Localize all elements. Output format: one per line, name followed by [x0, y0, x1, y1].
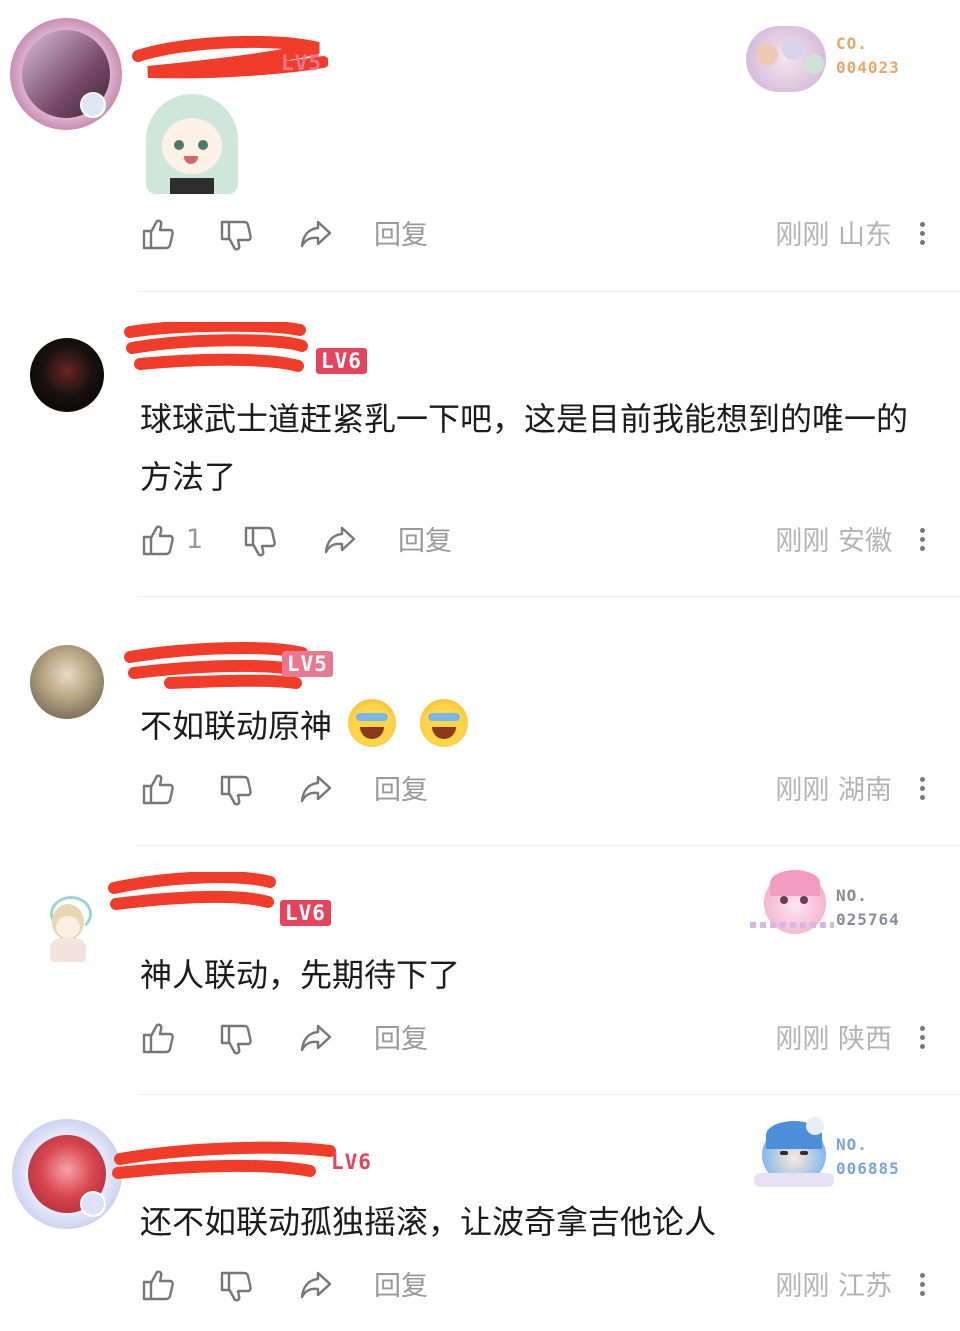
share-arrow-icon[interactable]: [298, 771, 334, 807]
level-badge: LV5: [281, 51, 322, 75]
comment-item: LV6 NO. 025764 神人联动，先期待下了 回复 刚刚 陕西: [0, 846, 960, 1094]
more-vertical-icon[interactable]: [920, 773, 926, 804]
avatar[interactable]: [30, 338, 104, 412]
comment-meta: 刚刚 山东: [775, 218, 892, 254]
more-vertical-icon[interactable]: [920, 218, 926, 249]
share-arrow-icon[interactable]: [298, 1020, 334, 1056]
badge: [746, 18, 836, 94]
comment-meta: 刚刚 陕西: [775, 1022, 892, 1058]
comment-meta: 刚刚 湖南: [775, 773, 892, 809]
comment-item: LV5 不如联动原神 回复 刚刚 湖南: [0, 597, 960, 845]
share-arrow-icon[interactable]: [298, 216, 334, 252]
more-vertical-icon[interactable]: [920, 524, 926, 555]
more-vertical-icon[interactable]: [920, 1022, 926, 1053]
thumbs-down-icon[interactable]: [242, 524, 278, 560]
thumbs-down-icon[interactable]: [218, 218, 254, 254]
badge-number-label: NO.: [836, 1135, 868, 1154]
comment-meta: 刚刚 安徽: [775, 524, 892, 560]
comment-text: 球球武士道赶紧乳一下吧，这是目前我能想到的唯一的方法了: [140, 400, 909, 496]
level-badge: LV6: [331, 1150, 372, 1174]
thumbs-down-icon[interactable]: [218, 1269, 254, 1305]
comment-time: 刚刚: [775, 220, 830, 251]
comment-time: 刚刚: [775, 1024, 830, 1055]
comment-time: 刚刚: [775, 526, 830, 557]
share-arrow-icon[interactable]: [322, 522, 358, 558]
badge-number-label: NO.: [836, 886, 868, 905]
level-badge: LV6: [280, 900, 331, 926]
username-redacted: [112, 1141, 336, 1179]
comment-text: 不如联动原神: [140, 697, 930, 755]
level-badge: LV6: [316, 348, 367, 374]
badge: [752, 1117, 836, 1189]
thumbs-down-icon[interactable]: [218, 1022, 254, 1058]
thumbs-down-icon[interactable]: [218, 773, 254, 809]
comment-meta: 刚刚 江苏: [775, 1269, 892, 1305]
comment-location: 江苏: [838, 1271, 892, 1302]
avatar[interactable]: [30, 645, 104, 719]
comment-text: 还不如联动孤独摇滚，让波奇拿吉他论人: [140, 1203, 717, 1241]
badge-number-label: CO.: [836, 34, 868, 53]
comment-text: 神人联动，先期待下了: [140, 956, 461, 994]
laughing-crying-emoji: [420, 699, 469, 747]
username-redacted: [108, 872, 276, 910]
reply-button[interactable]: 回复: [374, 773, 428, 809]
more-vertical-icon[interactable]: [920, 1269, 926, 1300]
laughing-crying-emoji: [348, 699, 397, 747]
badge-number: 006885: [836, 1159, 900, 1178]
username-redacted: [124, 322, 308, 372]
thumbs-up-icon[interactable]: [140, 522, 176, 558]
avatar[interactable]: [42, 892, 94, 964]
comment-location: 安徽: [838, 526, 892, 557]
comment-location: 陕西: [838, 1024, 892, 1055]
comment-item: LV6 NO. 006885 还不如联动孤独摇滚，让波奇拿吉他论人 回复 刚刚 …: [0, 1095, 960, 1331]
comment-location: 山东: [838, 220, 892, 251]
comment-time: 刚刚: [775, 775, 830, 806]
comment-location: 湖南: [838, 775, 892, 806]
comment-item: LV5 CO. 004023 回复 刚刚 山东: [0, 0, 960, 292]
reply-button[interactable]: 回复: [374, 1269, 428, 1305]
anime-girl-sticker: [140, 94, 244, 194]
reply-button[interactable]: 回复: [374, 1022, 428, 1058]
badge-number: 025764: [836, 910, 900, 929]
badge-number: 004023: [836, 58, 900, 77]
reply-button[interactable]: 回复: [374, 218, 428, 254]
like-count: 1: [186, 524, 204, 555]
avatar-verified-icon: [80, 1191, 106, 1217]
comment-time: 刚刚: [775, 1271, 830, 1302]
comment-item: LV6 球球武士道赶紧乳一下吧，这是目前我能想到的唯一的方法了 1 回复 刚刚 …: [0, 292, 960, 596]
reply-button[interactable]: 回复: [398, 524, 452, 560]
thumbs-up-icon[interactable]: [140, 1020, 176, 1056]
thumbs-up-icon[interactable]: [140, 771, 176, 807]
badge: [750, 866, 834, 936]
comment-text-content: 不如联动原神: [140, 707, 333, 745]
thumbs-up-icon[interactable]: [140, 216, 176, 252]
avatar-verified-icon: [80, 92, 106, 118]
thumbs-up-icon[interactable]: [140, 1267, 176, 1303]
share-arrow-icon[interactable]: [298, 1267, 334, 1303]
level-badge: LV5: [282, 651, 333, 677]
